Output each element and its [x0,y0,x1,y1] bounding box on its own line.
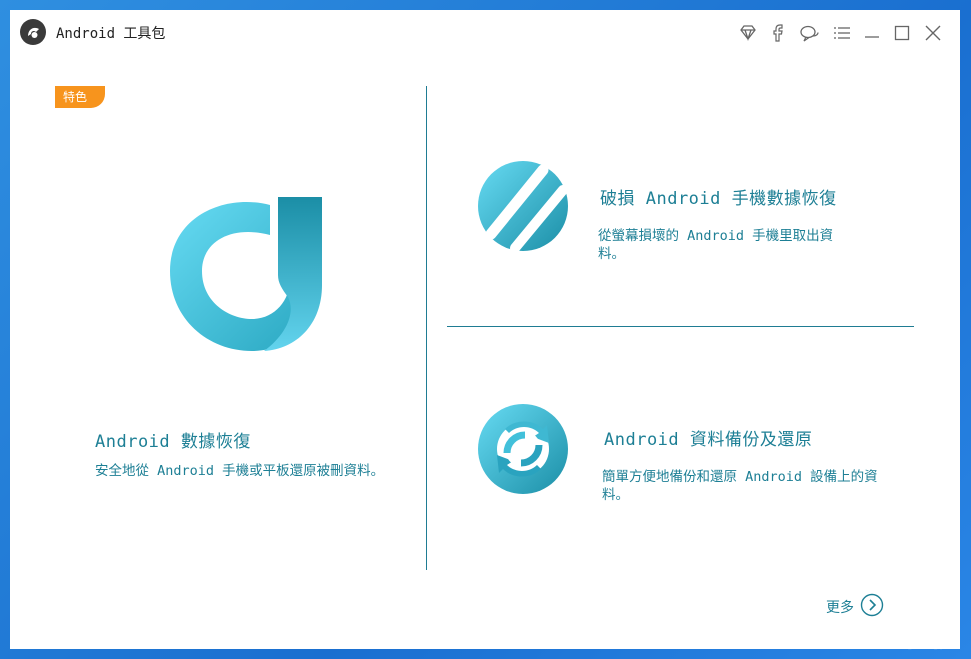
data-recovery-logo-icon [158,185,328,357]
menu-icon[interactable] [831,22,853,44]
card-android-data-recovery[interactable]: Android 數據恢復 安全地從 Android 手機或平板還原被刪資料。 [50,150,410,500]
vertical-divider [426,86,427,570]
more-label: 更多 [826,600,854,616]
minimize-icon[interactable] [861,22,883,44]
close-icon[interactable] [922,22,944,44]
facebook-icon[interactable] [767,22,789,44]
broken-phone-title: 破損 Android 手機數據恢復 [600,189,837,209]
app-logo-icon [19,18,47,46]
data-recovery-description: 安全地從 Android 手機或平板還原被刪資料。 [95,463,385,479]
maximize-icon[interactable] [891,22,913,44]
title-bar: Android 工具包 [10,10,960,54]
card-broken-phone-recovery[interactable]: 破損 Android 手機數據恢復 從螢幕損壞的 Android 手機里取出資料… [470,150,920,262]
backup-restore-title: Android 資料備份及還原 [604,430,813,450]
app-title: Android 工具包 [56,26,166,42]
featured-badge: 特色 [55,86,105,108]
data-recovery-title: Android 數據恢復 [95,432,251,452]
app-window: Android 工具包 特色 Android 數據恢復 安全地從 Android… [10,10,960,649]
diamond-icon[interactable] [737,22,759,44]
broken-phone-description: 從螢幕損壞的 Android 手機里取出資料。 [598,228,834,262]
backup-restore-logo-icon [477,403,569,499]
watermark-text: KK下载 [851,620,955,653]
chat-icon[interactable] [798,22,820,44]
broken-phone-logo-icon [477,160,569,256]
watermark: KK下载 [851,615,971,659]
backup-restore-description: 簡單方便地備份和還原 Android 設備上的資料。 [602,469,878,503]
horizontal-divider [447,326,914,327]
card-backup-restore[interactable]: Android 資料備份及還原 簡單方便地備份和還原 Android 設備上的資… [470,395,920,505]
